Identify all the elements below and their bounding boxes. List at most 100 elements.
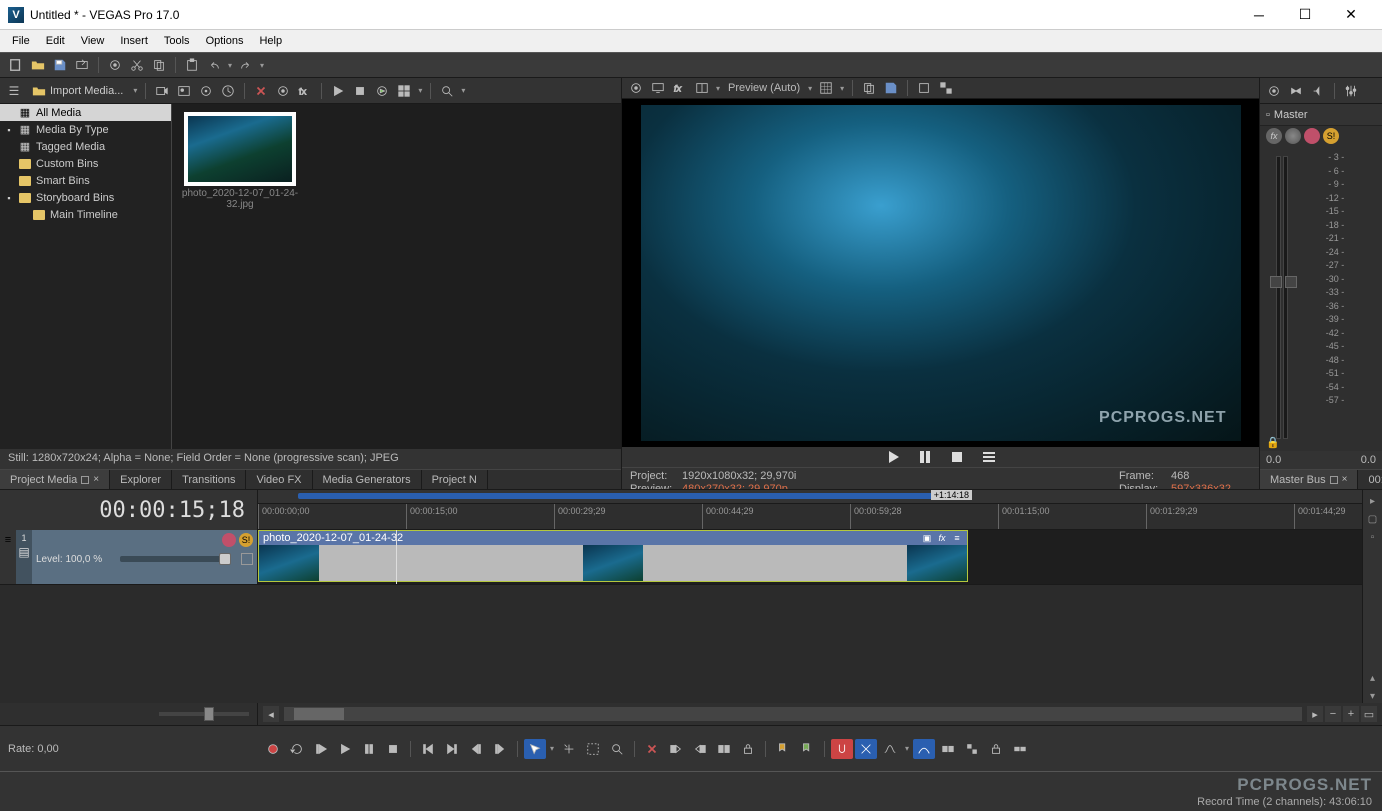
- track-motion-icon[interactable]: [222, 533, 236, 547]
- track-fx-icon[interactable]: S!: [239, 533, 253, 547]
- track-minimize-icon[interactable]: ▫: [1366, 530, 1380, 544]
- loop-region-bar[interactable]: +1:14:18: [258, 490, 1362, 504]
- open-icon[interactable]: [28, 55, 48, 75]
- preview-quality-button[interactable]: Preview (Auto): [724, 82, 804, 94]
- pv-stop-button[interactable]: [946, 447, 968, 467]
- pm-autopreview-icon[interactable]: [372, 81, 392, 101]
- render-icon[interactable]: [72, 55, 92, 75]
- mp-mixer-icon[interactable]: [1341, 81, 1361, 101]
- minimize-button[interactable]: ─: [1236, 0, 1282, 30]
- snap-button[interactable]: [831, 739, 853, 759]
- menu-tools[interactable]: Tools: [156, 33, 198, 49]
- copy-icon[interactable]: [149, 55, 169, 75]
- delete-button[interactable]: [641, 739, 663, 759]
- pm-views-dropdown[interactable]: ▾: [416, 86, 424, 95]
- redo-dropdown[interactable]: ▾: [258, 61, 266, 70]
- pv-save-snapshot-icon[interactable]: [881, 78, 901, 98]
- timeline-empty-area[interactable]: [0, 584, 1362, 703]
- track-lane[interactable]: photo_2020-12-07_01-24-32 ▣ fx ≡: [258, 530, 1362, 584]
- zoom-fit-icon[interactable]: ▭: [1361, 706, 1377, 722]
- zoom-in-icon[interactable]: +: [1343, 706, 1359, 722]
- trim-start-button[interactable]: [665, 739, 687, 759]
- get-photo-icon[interactable]: [174, 81, 194, 101]
- pv-overlays-icon[interactable]: [816, 78, 836, 98]
- tab-transitions[interactable]: Transitions: [172, 470, 246, 489]
- normal-edit-tool-button[interactable]: [524, 739, 546, 759]
- play-button[interactable]: [334, 739, 356, 759]
- menu-edit[interactable]: Edit: [38, 33, 73, 49]
- pv-properties-icon[interactable]: [626, 78, 646, 98]
- save-icon[interactable]: [50, 55, 70, 75]
- record-button[interactable]: [262, 739, 284, 759]
- pm-hamburger-icon[interactable]: ☰: [4, 81, 24, 101]
- cut-icon[interactable]: [127, 55, 147, 75]
- marker-button[interactable]: [772, 739, 794, 759]
- hscroll-left-icon[interactable]: ◂: [263, 706, 279, 722]
- tree-tagged-media[interactable]: ▦Tagged Media: [0, 138, 171, 155]
- tab-explorer[interactable]: Explorer: [110, 470, 172, 489]
- track-mute-button[interactable]: [241, 553, 253, 565]
- playhead[interactable]: [396, 530, 397, 584]
- menu-help[interactable]: Help: [251, 33, 290, 49]
- timeline-clip[interactable]: photo_2020-12-07_01-24-32 ▣ fx ≡: [258, 530, 968, 582]
- crossfade-dropdown[interactable]: ▾: [903, 744, 911, 753]
- tab-timecode[interactable]: 00:01: [1358, 470, 1382, 489]
- pm-play-icon[interactable]: [328, 81, 348, 101]
- pv-split-screen-icon[interactable]: [692, 78, 712, 98]
- pv-scale-icon[interactable]: [936, 78, 956, 98]
- clip-pan-crop-icon[interactable]: ▣: [921, 533, 933, 544]
- remove-icon[interactable]: [251, 81, 271, 101]
- properties-icon[interactable]: [105, 55, 125, 75]
- tree-media-by-type[interactable]: ▪▦Media By Type: [0, 121, 171, 138]
- track-level-slider[interactable]: [120, 556, 231, 562]
- ignore-event-grouping-button[interactable]: [937, 739, 959, 759]
- timeline-timecode-display[interactable]: 00:00:15;18: [0, 490, 258, 530]
- track-menu-icon[interactable]: ▤: [18, 545, 29, 559]
- auto-ripple-button[interactable]: [855, 739, 877, 759]
- stop-button[interactable]: [382, 739, 404, 759]
- pv-external-monitor-icon[interactable]: [648, 78, 668, 98]
- extract-audio-icon[interactable]: [196, 81, 216, 101]
- mp-properties-icon[interactable]: [1264, 81, 1284, 101]
- clip-fx-icon[interactable]: fx: [936, 533, 948, 544]
- pv-overlays-dropdown[interactable]: ▾: [838, 84, 846, 93]
- ignore-grouping-button[interactable]: [1009, 739, 1031, 759]
- media-thumbnail[interactable]: photo_2020-12-07_01-24-32.jpg: [180, 112, 300, 210]
- clip-menu-icon[interactable]: ≡: [951, 533, 963, 544]
- pv-split-dropdown[interactable]: ▾: [714, 84, 722, 93]
- menu-insert[interactable]: Insert: [112, 33, 156, 49]
- tab-project-media[interactable]: Project Media×: [0, 470, 110, 489]
- master-mute-icon[interactable]: [1304, 128, 1320, 144]
- tree-smart-bins[interactable]: Smart Bins: [0, 172, 171, 189]
- mp-downmix-icon[interactable]: [1286, 81, 1306, 101]
- tree-main-timeline[interactable]: Main Timeline: [0, 206, 171, 223]
- master-fx-icon[interactable]: fx: [1266, 128, 1282, 144]
- undo-dropdown[interactable]: ▾: [226, 61, 234, 70]
- tab-master-bus[interactable]: Master Bus×: [1260, 470, 1358, 489]
- undo-icon[interactable]: [204, 55, 224, 75]
- redo-icon[interactable]: [236, 55, 256, 75]
- zoom-tool-button[interactable]: [606, 739, 628, 759]
- track-header[interactable]: ≡ 1 ▤ S! Level: 100,0 %: [0, 530, 258, 584]
- master-pan[interactable]: [1270, 276, 1297, 288]
- region-button[interactable]: [796, 739, 818, 759]
- mp-dim-icon[interactable]: [1308, 81, 1328, 101]
- import-dropdown[interactable]: ▾: [131, 86, 139, 95]
- track-maximize-icon[interactable]: ▢: [1366, 512, 1380, 526]
- trim-end-button[interactable]: [689, 739, 711, 759]
- pm-search-icon[interactable]: [437, 81, 457, 101]
- quantize-button[interactable]: [913, 739, 935, 759]
- lock-button[interactable]: [737, 739, 759, 759]
- pm-stop-icon[interactable]: [350, 81, 370, 101]
- tab-video-fx[interactable]: Video FX: [246, 470, 312, 489]
- rate-slider[interactable]: [159, 712, 249, 716]
- track-list-menu-icon[interactable]: ≡: [0, 530, 16, 584]
- master-automation-icon[interactable]: [1285, 128, 1301, 144]
- tab-project-notes[interactable]: Project N: [422, 470, 488, 489]
- close-button[interactable]: ✕: [1328, 0, 1374, 30]
- pv-copy-snapshot-icon[interactable]: [859, 78, 879, 98]
- tree-storyboard-bins[interactable]: ▪Storyboard Bins: [0, 189, 171, 206]
- hscroll-bar[interactable]: [284, 707, 1302, 721]
- get-media-icon[interactable]: [218, 81, 238, 101]
- auto-crossfade-button[interactable]: [879, 739, 901, 759]
